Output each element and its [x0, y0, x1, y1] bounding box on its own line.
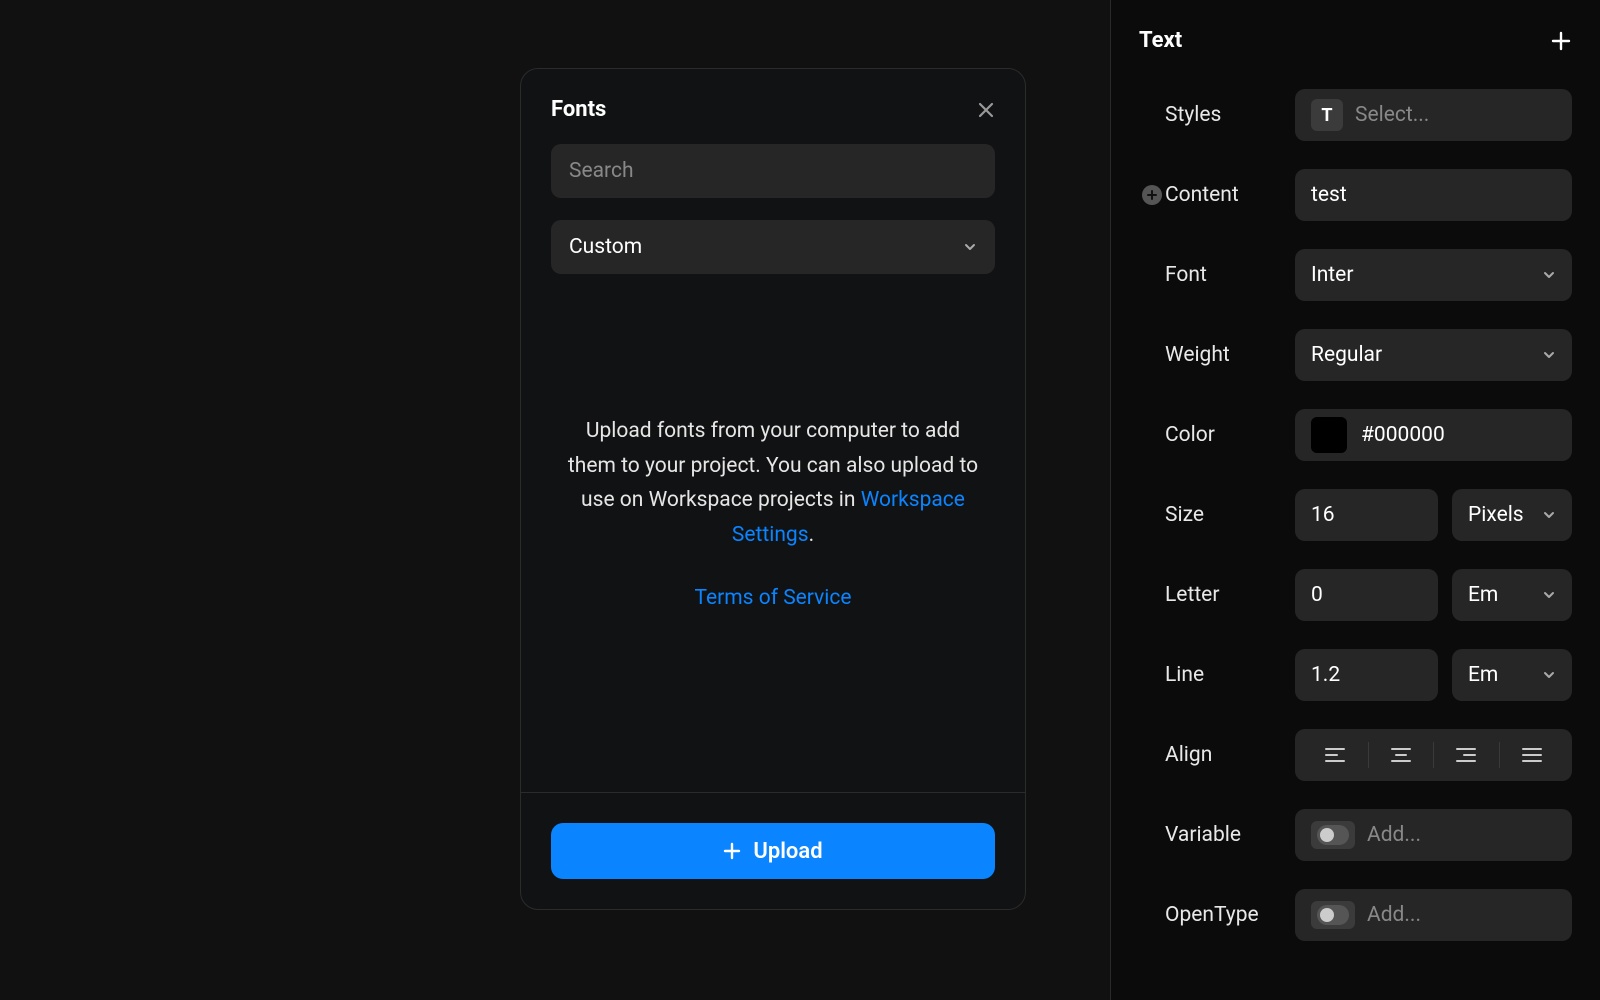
line-unit-value: Em — [1468, 663, 1498, 687]
plus-icon — [723, 842, 741, 860]
fonts-modal-title: Fonts — [551, 97, 606, 122]
align-center-button[interactable] — [1369, 729, 1434, 781]
fonts-search-input[interactable]: Search — [551, 144, 995, 198]
color-input[interactable]: #000000 — [1295, 409, 1572, 461]
color-swatch[interactable] — [1311, 417, 1347, 453]
weight-select[interactable]: Regular — [1295, 329, 1572, 381]
text-section-title: Text — [1139, 28, 1182, 53]
upload-button-label: Upload — [753, 839, 822, 864]
chevron-down-icon — [1542, 348, 1556, 362]
chevron-down-icon — [1542, 508, 1556, 522]
variable-placeholder: Add... — [1367, 823, 1421, 847]
opentype-add-button[interactable]: Add... — [1295, 889, 1572, 941]
line-value: 1.2 — [1311, 663, 1340, 687]
fonts-search-placeholder: Search — [569, 159, 634, 183]
font-select[interactable]: Inter — [1295, 249, 1572, 301]
styles-placeholder: Select... — [1355, 103, 1429, 127]
fonts-category-value: Custom — [569, 235, 642, 259]
letter-input[interactable]: 0 — [1295, 569, 1438, 621]
color-value: #000000 — [1361, 423, 1445, 447]
text-inspector-panel: Text Styles T Select... Content test — [1110, 0, 1600, 1000]
content-input[interactable]: test — [1295, 169, 1572, 221]
fonts-empty-message: Upload fonts from your computer to add t… — [551, 414, 995, 615]
letter-label: Letter — [1165, 583, 1295, 607]
fonts-message-suffix: . — [809, 523, 815, 547]
weight-value: Regular — [1311, 343, 1382, 367]
size-unit-value: Pixels — [1468, 503, 1524, 527]
terms-of-service-link[interactable]: Terms of Service — [563, 581, 983, 616]
letter-value: 0 — [1311, 583, 1323, 607]
close-icon[interactable] — [977, 101, 995, 119]
align-label: Align — [1165, 743, 1295, 767]
align-segmented-control — [1295, 729, 1572, 781]
size-value: 16 — [1311, 503, 1335, 527]
styles-select[interactable]: T Select... — [1295, 89, 1572, 141]
variable-label: Variable — [1165, 823, 1295, 847]
size-label: Size — [1165, 503, 1295, 527]
add-content-override-icon[interactable] — [1142, 185, 1162, 205]
content-label: Content — [1165, 183, 1295, 207]
fonts-category-select[interactable]: Custom — [551, 220, 995, 274]
line-label: Line — [1165, 663, 1295, 687]
upload-fonts-button[interactable]: Upload — [551, 823, 995, 879]
align-right-button[interactable] — [1434, 729, 1499, 781]
align-left-button[interactable] — [1303, 729, 1368, 781]
size-unit-select[interactable]: Pixels — [1452, 489, 1572, 541]
chevron-down-icon — [1542, 268, 1556, 282]
letter-unit-value: Em — [1468, 583, 1498, 607]
letter-unit-select[interactable]: Em — [1452, 569, 1572, 621]
align-justify-button[interactable] — [1500, 729, 1565, 781]
opentype-label: OpenType — [1165, 903, 1295, 927]
line-input[interactable]: 1.2 — [1295, 649, 1438, 701]
font-value: Inter — [1311, 263, 1353, 287]
toggle-icon — [1311, 821, 1355, 849]
color-label: Color — [1165, 423, 1295, 447]
add-text-section-button[interactable] — [1550, 30, 1572, 52]
styles-label: Styles — [1165, 103, 1295, 127]
fonts-modal: Fonts Search Custom Upload fonts from yo… — [520, 68, 1026, 910]
font-label: Font — [1165, 263, 1295, 287]
content-value: test — [1311, 183, 1347, 207]
size-input[interactable]: 16 — [1295, 489, 1438, 541]
chevron-down-icon — [1542, 588, 1556, 602]
opentype-placeholder: Add... — [1367, 903, 1421, 927]
chevron-down-icon — [963, 240, 977, 254]
variable-add-button[interactable]: Add... — [1295, 809, 1572, 861]
toggle-icon — [1311, 901, 1355, 929]
weight-label: Weight — [1165, 343, 1295, 367]
line-unit-select[interactable]: Em — [1452, 649, 1572, 701]
text-style-icon: T — [1311, 99, 1343, 131]
chevron-down-icon — [1542, 668, 1556, 682]
